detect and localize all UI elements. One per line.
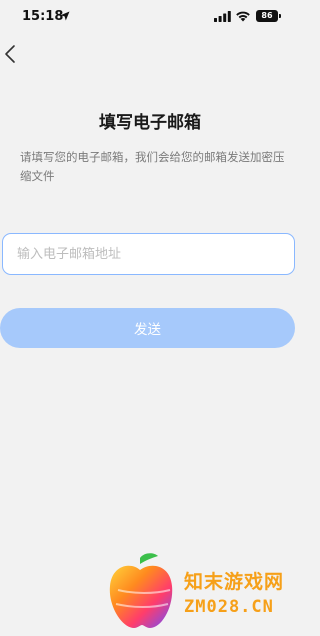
battery-icon: 86 xyxy=(256,10,278,22)
watermark-text-en: ZM028.CN xyxy=(184,597,274,617)
watermark-logo xyxy=(109,553,173,628)
page-title: 填写电子邮箱 xyxy=(99,113,201,133)
status-time: 15:18 xyxy=(22,9,64,24)
location-arrow-icon xyxy=(60,11,70,21)
watermark-text-cn: 知末游戏网 xyxy=(184,571,285,593)
cellular-signal-icon xyxy=(214,11,231,22)
page-subtitle: 请填写您的电子邮箱，我们会给您的邮箱发送加密压缩文件 xyxy=(20,150,285,183)
chevron-left-icon xyxy=(5,45,15,63)
send-button[interactable]: 发送 xyxy=(0,308,295,348)
battery-level: 86 xyxy=(261,11,273,20)
battery-tip xyxy=(279,14,281,18)
status-bar: 15:18 86 xyxy=(0,0,300,34)
email-input[interactable] xyxy=(2,233,295,275)
wifi-icon xyxy=(236,11,250,22)
back-button[interactable] xyxy=(2,42,22,66)
